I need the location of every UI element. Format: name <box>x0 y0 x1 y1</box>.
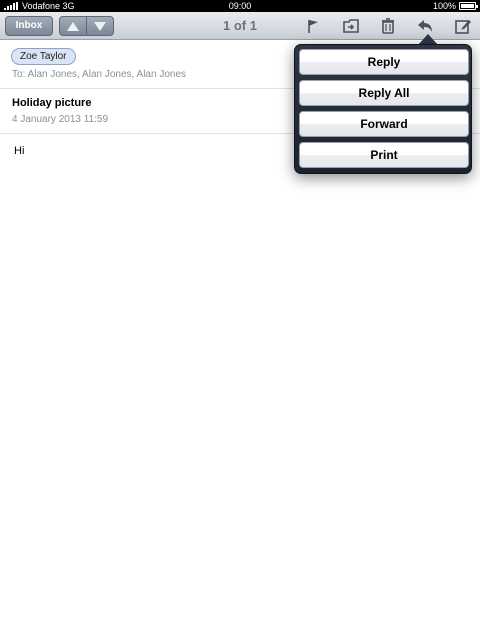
message-subject: Holiday picture <box>12 97 92 109</box>
previous-message-button[interactable] <box>59 16 87 36</box>
recipients-line: To: Alan Jones, Alan Jones, Alan Jones <box>12 69 187 80</box>
status-bar: Vodafone 3G 09:00 100% <box>0 0 480 12</box>
reply-button[interactable]: Reply <box>299 49 469 75</box>
chevron-down-icon <box>94 21 106 31</box>
next-message-button[interactable] <box>86 16 114 36</box>
message-position-indicator: 1 of 1 <box>223 18 257 33</box>
message-date: 4 January 2013 11:59 <box>12 114 109 125</box>
sender-chip[interactable]: Zoe Taylor <box>11 48 76 65</box>
print-button[interactable]: Print <box>299 142 469 168</box>
battery-info: 100% <box>432 0 478 12</box>
mail-toolbar: Inbox 1 of 1 <box>0 12 480 40</box>
compose-icon[interactable] <box>454 17 472 35</box>
inbox-back-button[interactable]: Inbox <box>5 16 53 36</box>
status-time: 09:00 <box>228 1 252 11</box>
trash-icon[interactable] <box>379 17 397 35</box>
battery-icon <box>459 2 478 10</box>
battery-percent: 100% <box>432 1 456 11</box>
chevron-up-icon <box>67 21 79 31</box>
reply-all-button[interactable]: Reply All <box>299 80 469 106</box>
move-folder-icon[interactable] <box>342 17 360 35</box>
forward-button[interactable]: Forward <box>299 111 469 137</box>
reply-icon[interactable] <box>416 17 434 35</box>
reply-options-popover: Reply Reply All Forward Print <box>294 44 472 174</box>
flag-icon[interactable] <box>304 17 322 35</box>
message-body: Hi <box>14 145 25 157</box>
